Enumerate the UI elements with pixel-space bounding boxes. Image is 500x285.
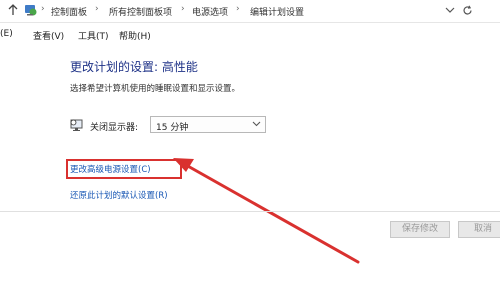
menu-tools[interactable]: 工具(T) bbox=[78, 29, 109, 42]
footer-divider bbox=[0, 211, 500, 212]
display-off-select[interactable]: 15 分钟 bbox=[150, 116, 266, 133]
chevron-down-icon bbox=[252, 120, 261, 131]
breadcrumb-power-options[interactable]: 电源选项 bbox=[192, 5, 228, 18]
page-title: 更改计划的设置: 高性能 bbox=[70, 60, 198, 74]
restore-defaults-link[interactable]: 还原此计划的默认设置(R) bbox=[70, 189, 168, 201]
breadcrumb-separator-icon: › bbox=[95, 4, 99, 14]
up-arrow-icon[interactable] bbox=[8, 4, 18, 19]
breadcrumb-separator-icon: › bbox=[236, 4, 240, 14]
cancel-button[interactable]: 取消 bbox=[458, 221, 500, 238]
page-description: 选择希望计算机使用的睡眠设置和显示设置。 bbox=[70, 84, 241, 94]
save-changes-button[interactable]: 保存修改 bbox=[390, 221, 450, 238]
breadcrumb-control-panel[interactable]: 控制面板 bbox=[51, 5, 87, 18]
refresh-icon[interactable] bbox=[462, 5, 473, 19]
monitor-icon bbox=[70, 117, 84, 136]
breadcrumb-separator-icon: › bbox=[41, 4, 45, 14]
display-off-value: 15 分钟 bbox=[156, 123, 189, 133]
menu-view[interactable]: 查看(V) bbox=[33, 29, 64, 42]
menu-help[interactable]: 帮助(H) bbox=[119, 29, 151, 42]
address-bar: › 控制面板 › 所有控制面板项 › 电源选项 › 编辑计划设置 bbox=[0, 0, 500, 23]
breadcrumb-edit-plan[interactable]: 编辑计划设置 bbox=[250, 5, 304, 18]
breadcrumb-separator-icon: › bbox=[181, 4, 185, 14]
display-off-label: 关闭显示器: bbox=[90, 123, 139, 133]
control-panel-icon bbox=[24, 3, 38, 20]
annotation-highlight-box bbox=[66, 159, 182, 179]
breadcrumb-all-items[interactable]: 所有控制面板项 bbox=[109, 5, 172, 18]
menu-edit[interactable]: (E) bbox=[0, 29, 13, 39]
chevron-down-icon[interactable] bbox=[445, 6, 455, 17]
menu-bar: (E) 查看(V) 工具(T) 帮助(H) bbox=[0, 27, 500, 43]
